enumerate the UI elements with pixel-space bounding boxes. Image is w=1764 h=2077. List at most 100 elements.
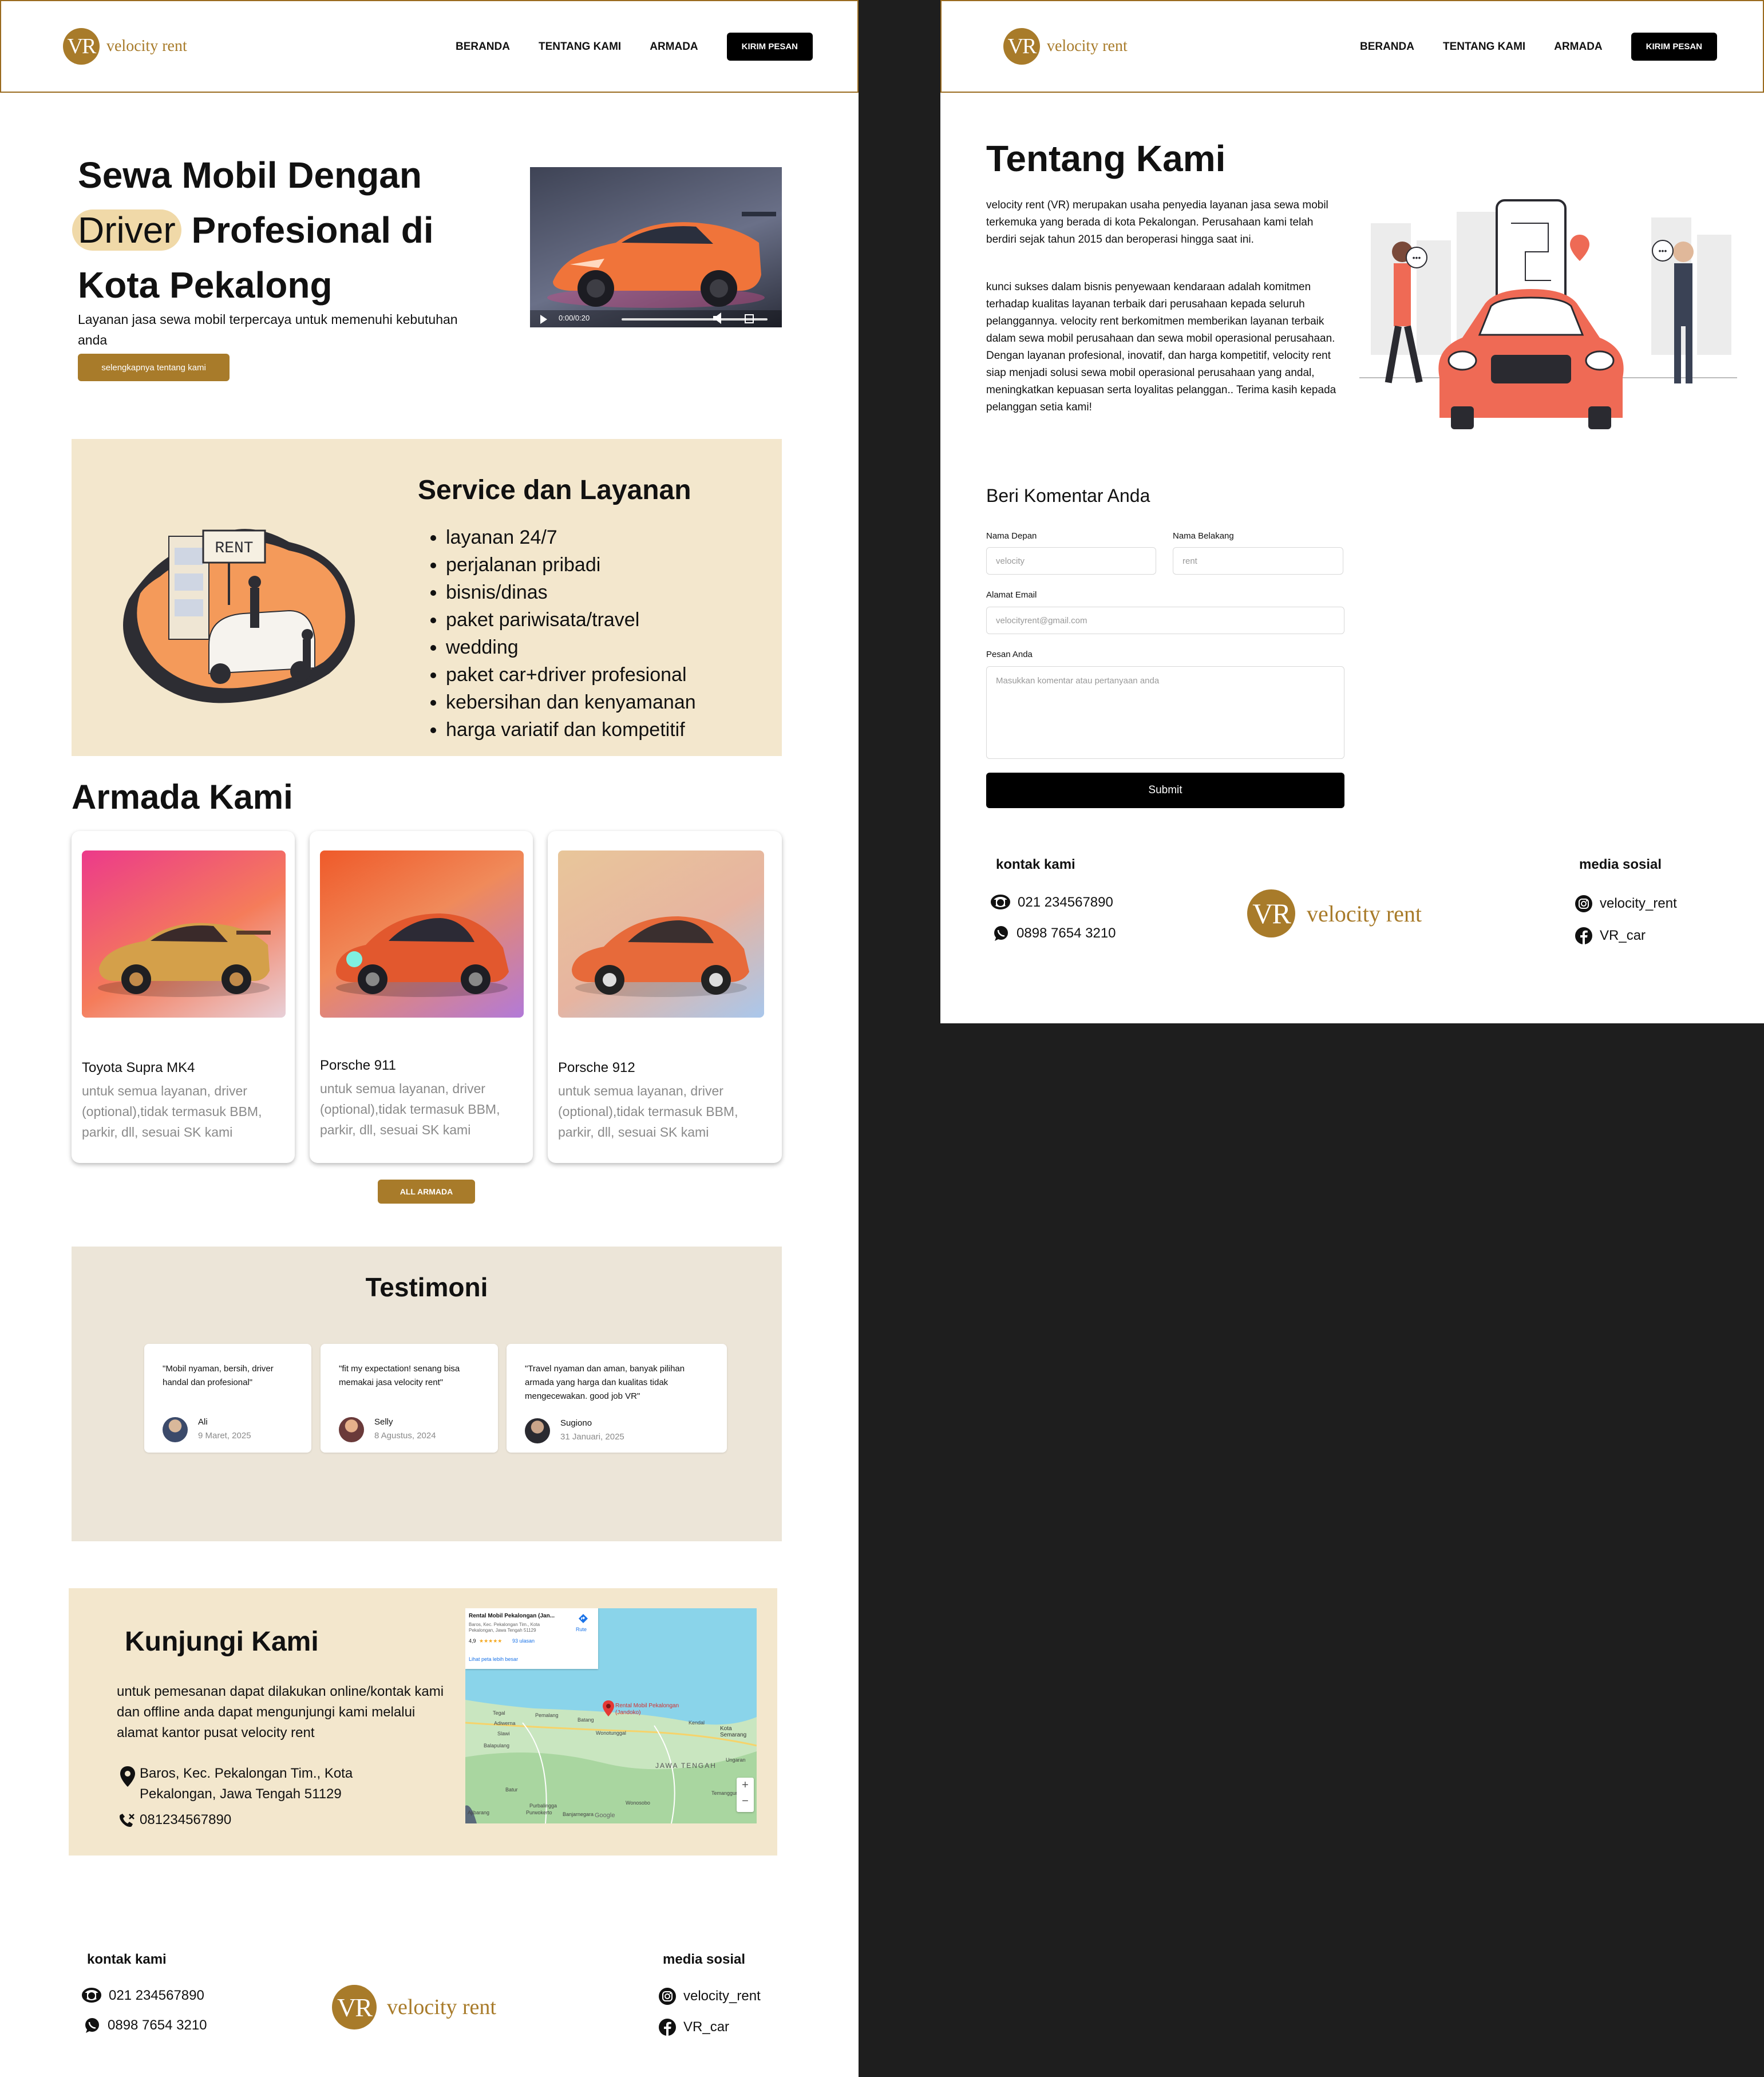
footer-whatsapp[interactable]: 0898 7654 3210: [992, 925, 1116, 942]
hero-line-2: Profesional di: [181, 209, 434, 251]
whatsapp-icon: [994, 926, 1008, 941]
service-item: perjalanan pribadi: [446, 551, 696, 579]
nav-beranda[interactable]: BERANDA: [1360, 41, 1414, 53]
testimoni-section: Testimoni "Mobil nyaman, bersih, driver …: [72, 1247, 782, 1541]
visit-text: untuk pemesanan dapat dilakukan online/k…: [117, 1684, 444, 1740]
map-zoom-controls: + −: [737, 1778, 754, 1812]
all-armada-button[interactable]: ALL ARMADA: [378, 1180, 475, 1204]
logo-mark: VR: [1003, 28, 1040, 65]
footer-phone-text: 021 234567890: [1018, 895, 1113, 910]
map-info-card: Rental Mobil Pekalongan (Jan... Baros, K…: [465, 1608, 598, 1669]
footer-logo: VR velocity rent: [332, 1985, 496, 2029]
car-image-supra: [82, 850, 286, 1018]
about-more-button[interactable]: selengkapnya tentang kami: [78, 354, 230, 381]
route-label: Rute: [576, 1627, 587, 1632]
facebook-icon: [659, 2019, 676, 2036]
map-place: Wonotunggal: [596, 1730, 626, 1736]
footer-facebook-text: VR_car: [1600, 928, 1646, 943]
footer-whatsapp-text: 0898 7654 3210: [108, 2017, 207, 2033]
nav-beranda[interactable]: BERANDA: [456, 41, 510, 53]
hero-video[interactable]: 0:00/0:20: [530, 167, 782, 327]
map-place: Purwokerto: [526, 1810, 552, 1815]
logo[interactable]: VR velocity rent: [63, 28, 187, 65]
map-place: Tegal: [493, 1710, 505, 1716]
footer-contact-title: kontak kami: [996, 857, 1075, 872]
service-section: RENT Service dan Layanan layanan 24/7 pe…: [72, 439, 782, 756]
instagram-icon: [1575, 895, 1592, 912]
footer-whatsapp-text: 0898 7654 3210: [1017, 925, 1116, 941]
testimonial-name: Ali: [198, 1417, 208, 1427]
service-item: layanan 24/7: [446, 524, 696, 551]
map-stars: ★★★★★: [479, 1638, 503, 1644]
nav-armada[interactable]: ARMADA: [1554, 41, 1602, 53]
footer-facebook[interactable]: VR_car: [1575, 927, 1646, 945]
map-embed[interactable]: Rental Mobil Pekalongan (Jan... Baros, K…: [465, 1608, 757, 1823]
footer-instagram-text: velocity_rent: [683, 1988, 761, 2004]
email-input[interactable]: velocityrent@gmail.com: [986, 607, 1344, 634]
footer-whatsapp[interactable]: 0898 7654 3210: [84, 2017, 207, 2034]
logo-text: velocity rent: [106, 37, 187, 55]
service-item: bisnis/dinas: [446, 579, 696, 606]
first-name-input[interactable]: velocity: [986, 547, 1156, 575]
map-pin-icon[interactable]: [602, 1700, 615, 1717]
service-item: kebersihan dan kenyamanan: [446, 689, 696, 716]
nav-tentang-kami[interactable]: TENTANG KAMI: [539, 41, 621, 53]
zoom-in-button[interactable]: +: [737, 1779, 754, 1792]
footer-instagram[interactable]: velocity_rent: [658, 1987, 761, 2005]
visit-title: Kunjungi Kami: [125, 1627, 319, 1657]
map-place: Pemalang: [535, 1712, 559, 1718]
testimonial-date: 31 Januari, 2025: [560, 1432, 624, 1442]
google-logo: Google: [595, 1812, 615, 1819]
first-name-label: Nama Depan: [986, 531, 1037, 541]
logo-mark: VR: [63, 28, 100, 65]
map-place: Kendal: [689, 1720, 705, 1726]
map-region: JAWA TENGAH: [655, 1762, 717, 1770]
submit-button[interactable]: Submit: [986, 773, 1344, 808]
last-name-input[interactable]: rent: [1173, 547, 1343, 575]
map-pin-label: Rental Mobil Pekalongan (Jandoko): [615, 1703, 679, 1716]
about-title: Tentang Kami: [986, 138, 1226, 179]
facebook-icon: [1575, 927, 1592, 944]
hero-line-1: Sewa Mobil Dengan: [78, 155, 422, 196]
nav-armada[interactable]: ARMADA: [650, 41, 698, 53]
map-place: Purbalingga: [529, 1803, 557, 1809]
testimonial-quote: "fit my expectation! senang bisa memakai…: [339, 1364, 460, 1387]
location-pin-icon: [120, 1766, 135, 1787]
map-place: Slawi: [497, 1731, 510, 1736]
map-place: Ajibarang: [468, 1810, 490, 1815]
kirim-pesan-button[interactable]: KIRIM PESAN: [1631, 33, 1717, 61]
service-item: harga variatif dan kompetitif: [446, 716, 696, 743]
visit-address: Baros, Kec. Pekalongan Tim., Kota Pekalo…: [140, 1766, 353, 1802]
footer-phone-text: 021 234567890: [109, 1988, 204, 2003]
footer-logo: VR velocity rent: [1247, 889, 1422, 937]
footer-contact-title: kontak kami: [87, 1952, 167, 1967]
car-name: Toyota Supra MK4: [82, 1060, 195, 1075]
footer-phone[interactable]: 021 234567890: [990, 894, 1113, 911]
zoom-out-button[interactable]: −: [737, 1795, 754, 1808]
car-card[interactable]: Toyota Supra MK4 untuk semua layanan, dr…: [72, 831, 295, 1163]
testimoni-title: Testimoni: [365, 1272, 488, 1302]
testimonial-name: Selly: [374, 1417, 393, 1427]
map-place: Ungaran: [726, 1757, 746, 1763]
car-card[interactable]: Porsche 911 untuk semua layanan, driver …: [310, 831, 533, 1163]
map-place: Batang: [578, 1717, 594, 1723]
car-name: Porsche 912: [558, 1060, 635, 1075]
larger-map-link[interactable]: Lihat peta lebih besar: [469, 1656, 518, 1662]
message-label: Pesan Anda: [986, 650, 1033, 659]
footer-instagram[interactable]: velocity_rent: [1575, 895, 1677, 913]
map-reviews-link[interactable]: 93 ulasan: [512, 1638, 535, 1644]
message-textarea[interactable]: Masukkan komentar atau pertanyaan anda: [986, 666, 1344, 759]
car-rental-illustration: ••• •••: [1359, 199, 1737, 429]
nav-tentang-kami[interactable]: TENTANG KAMI: [1443, 41, 1525, 53]
avatar: [163, 1417, 188, 1442]
car-card[interactable]: Porsche 912 untuk semua layanan, driver …: [548, 831, 782, 1163]
kirim-pesan-button[interactable]: KIRIM PESAN: [726, 33, 813, 61]
directions-icon[interactable]: [578, 1613, 589, 1624]
footer-social-title: media sosial: [1579, 857, 1662, 872]
footer-phone[interactable]: 021 234567890: [81, 1987, 204, 2004]
nav-menu: BERANDA TENTANG KAMI ARMADA KIRIM PESAN: [1360, 33, 1717, 61]
service-list: layanan 24/7 perjalanan pribadi bisnis/d…: [432, 524, 696, 743]
last-name-label: Nama Belakang: [1173, 531, 1234, 541]
logo[interactable]: VR velocity rent: [1003, 28, 1128, 65]
footer-facebook[interactable]: VR_car: [658, 2018, 729, 2036]
